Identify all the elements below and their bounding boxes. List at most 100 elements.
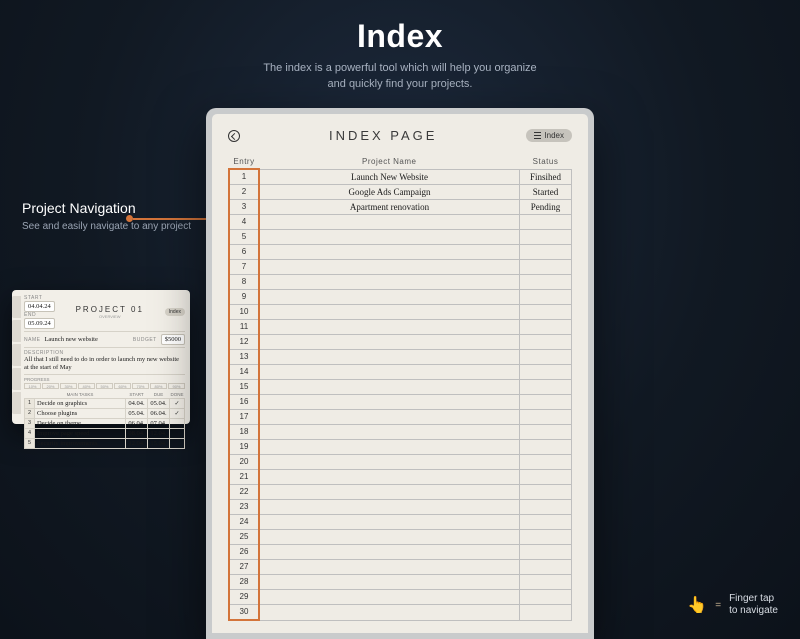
index-button[interactable]: Index [526,129,572,142]
entry-number[interactable]: 26 [229,545,259,560]
project-name-cell [259,215,520,230]
index-row[interactable]: 9 [229,290,572,305]
index-row[interactable]: 25 [229,530,572,545]
index-row[interactable]: 4 [229,215,572,230]
status-cell [520,305,572,320]
entry-number[interactable]: 18 [229,425,259,440]
index-row[interactable]: 20 [229,455,572,470]
entry-number[interactable]: 20 [229,455,259,470]
mini-desc: All that I still need to do in order to … [24,356,185,372]
entry-number[interactable]: 16 [229,395,259,410]
index-row[interactable]: 26 [229,545,572,560]
index-row[interactable]: 19 [229,440,572,455]
index-row[interactable]: 7 [229,260,572,275]
index-row[interactable]: 30 [229,605,572,621]
index-row[interactable]: 3Apartment renovationPending [229,200,572,215]
entry-number[interactable]: 12 [229,335,259,350]
entry-number[interactable]: 29 [229,590,259,605]
mini-task-row: 4Improve page speed08.04.12.04. [25,428,185,438]
status-cell [520,590,572,605]
entry-number[interactable]: 15 [229,380,259,395]
index-row[interactable]: 27 [229,560,572,575]
index-row[interactable]: 11 [229,320,572,335]
entry-number[interactable]: 13 [229,350,259,365]
index-row[interactable]: 2Google Ads CampaignStarted [229,185,572,200]
entry-number[interactable]: 4 [229,215,259,230]
index-row[interactable]: 6 [229,245,572,260]
mini-tab[interactable] [12,368,21,390]
entry-number[interactable]: 22 [229,485,259,500]
project-name-cell [259,305,520,320]
index-row[interactable]: 24 [229,515,572,530]
mini-start: 04.04.24 [24,301,55,312]
tablet-device: INDEX PAGE Index Entry Project Name Stat… [206,108,594,639]
mini-tab[interactable] [12,296,21,318]
entry-number[interactable]: 5 [229,230,259,245]
project-name-cell [259,410,520,425]
index-row[interactable]: 10 [229,305,572,320]
entry-number[interactable]: 17 [229,410,259,425]
project-name-cell [259,515,520,530]
status-cell [520,455,572,470]
index-row[interactable]: 15 [229,380,572,395]
entry-number[interactable]: 6 [229,245,259,260]
status-cell [520,575,572,590]
entry-number[interactable]: 3 [229,200,259,215]
index-row[interactable]: 21 [229,470,572,485]
page-subtitle: The index is a powerful tool which will … [0,61,800,93]
index-row[interactable]: 23 [229,500,572,515]
entry-number[interactable]: 7 [229,260,259,275]
mini-tab[interactable] [12,344,21,366]
mini-title: PROJECT 01 [59,305,161,314]
project-name-cell [259,530,520,545]
mini-overview: OVERVIEW [59,314,161,319]
status-cell [520,380,572,395]
entry-number[interactable]: 11 [229,320,259,335]
entry-number[interactable]: 24 [229,515,259,530]
entry-number[interactable]: 30 [229,605,259,621]
status-cell: Pending [520,200,572,215]
index-page-title: INDEX PAGE [329,128,438,143]
index-row[interactable]: 16 [229,395,572,410]
home-icon[interactable] [228,130,240,142]
mini-task-row: 5Security improvements12.04.15.04. [25,438,185,448]
mini-name-label: NAME [24,337,40,343]
index-row[interactable]: 5 [229,230,572,245]
index-row[interactable]: 29 [229,590,572,605]
entry-number[interactable]: 23 [229,500,259,515]
project-name-cell [259,500,520,515]
legend-equals: = [715,600,721,611]
mini-tab[interactable] [12,392,21,414]
status-cell [520,530,572,545]
mini-progress-label: PROGRESS [24,377,185,382]
status-cell: Finsihed [520,169,572,185]
project-name-cell [259,455,520,470]
entry-number[interactable]: 9 [229,290,259,305]
project-name-cell [259,365,520,380]
index-row[interactable]: 12 [229,335,572,350]
mini-tab[interactable] [12,320,21,342]
index-row[interactable]: 13 [229,350,572,365]
project-name-cell: Launch New Website [259,169,520,185]
status-cell [520,440,572,455]
entry-number[interactable]: 10 [229,305,259,320]
entry-number[interactable]: 8 [229,275,259,290]
index-row[interactable]: 28 [229,575,572,590]
mini-index-button[interactable]: Index [165,308,185,316]
entry-number[interactable]: 21 [229,470,259,485]
index-row[interactable]: 14 [229,365,572,380]
index-row[interactable]: 8 [229,275,572,290]
index-row[interactable]: 17 [229,410,572,425]
project-name-cell [259,275,520,290]
index-row[interactable]: 1Launch New WebsiteFinsihed [229,169,572,185]
entry-number[interactable]: 14 [229,365,259,380]
entry-number[interactable]: 27 [229,560,259,575]
entry-number[interactable]: 1 [229,169,259,185]
entry-number[interactable]: 25 [229,530,259,545]
entry-number[interactable]: 19 [229,440,259,455]
mini-col-start: START [125,391,147,399]
index-row[interactable]: 18 [229,425,572,440]
index-row[interactable]: 22 [229,485,572,500]
entry-number[interactable]: 28 [229,575,259,590]
entry-number[interactable]: 2 [229,185,259,200]
